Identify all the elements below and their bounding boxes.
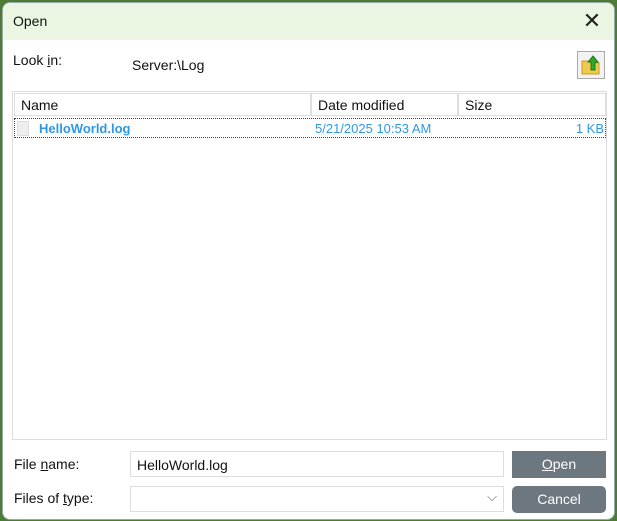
column-header-size[interactable]: Size xyxy=(458,93,606,116)
look-in-label: Look in: xyxy=(13,52,62,68)
up-folder-button[interactable] xyxy=(577,51,605,79)
file-list[interactable]: Name Date modified Size HelloWorld.log 5… xyxy=(12,91,607,440)
file-type-select[interactable]: ⌵ xyxy=(130,486,504,512)
column-header-date[interactable]: Date modified xyxy=(311,93,458,116)
label-part: File xyxy=(14,456,41,472)
button-mnemonic: O xyxy=(541,456,553,472)
open-button[interactable]: Open xyxy=(512,451,606,478)
label-part: ype: xyxy=(66,490,94,506)
file-name-input[interactable]: HelloWorld.log xyxy=(130,451,504,477)
file-name-label: File name: xyxy=(14,456,79,472)
label-part: Look xyxy=(13,52,48,68)
file-size: 1 KB xyxy=(575,121,604,136)
dialog-title: Open xyxy=(13,13,48,29)
close-icon[interactable]: ✕ xyxy=(580,9,604,33)
title-bar: Open ✕ xyxy=(3,3,614,40)
file-icon xyxy=(17,121,29,136)
file-type-label: Files of type: xyxy=(14,490,93,506)
file-row[interactable]: HelloWorld.log 5/21/2025 10:53 AM 1 KB xyxy=(14,118,606,138)
open-dialog: Open ✕ Look in: Server:\Log Name Date mo… xyxy=(2,2,615,520)
folder-up-icon xyxy=(581,55,600,75)
button-label: pen xyxy=(552,456,577,472)
file-date: 5/21/2025 10:53 AM xyxy=(315,121,432,136)
file-name: HelloWorld.log xyxy=(39,121,131,136)
label-part: ame: xyxy=(48,456,80,472)
label-part: n: xyxy=(50,52,63,68)
cancel-button[interactable]: Cancel xyxy=(512,486,606,513)
chevron-down-icon: ⌵ xyxy=(487,489,497,504)
look-in-path: Server:\Log xyxy=(132,57,205,73)
label-part: Files of xyxy=(14,490,64,506)
column-header-name[interactable]: Name xyxy=(14,93,311,116)
